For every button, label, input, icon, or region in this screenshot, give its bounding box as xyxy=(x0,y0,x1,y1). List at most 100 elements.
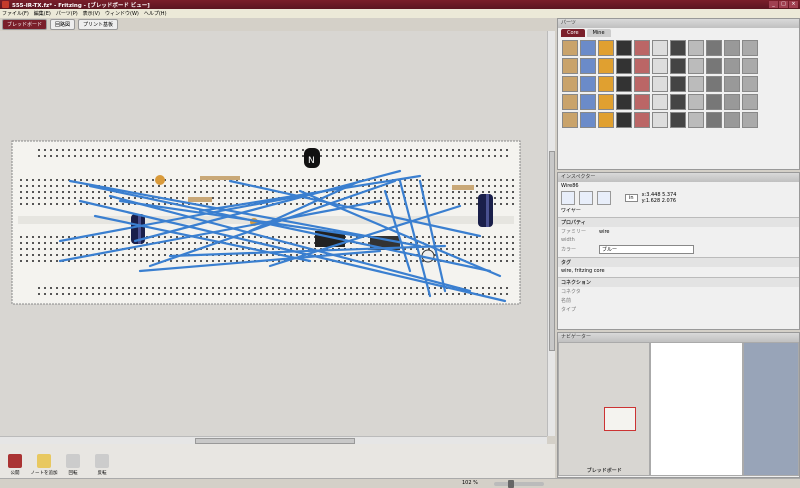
part-tile[interactable] xyxy=(598,94,614,110)
part-tile[interactable] xyxy=(616,76,632,92)
part-tile[interactable] xyxy=(562,40,578,56)
zoom-level: 102 % xyxy=(462,480,478,486)
horizontal-scrollbar[interactable] xyxy=(0,436,547,444)
part-tile[interactable] xyxy=(580,40,596,56)
parts-tab-core[interactable]: Core xyxy=(561,29,585,37)
wire-view-3-icon xyxy=(597,191,611,205)
close-icon[interactable]: × xyxy=(789,1,798,8)
part-tile[interactable] xyxy=(652,76,668,92)
part-tile[interactable] xyxy=(652,58,668,74)
part-tile[interactable] xyxy=(688,40,704,56)
ceramic-capacitor-icon xyxy=(155,175,165,185)
vertical-scrollbar[interactable] xyxy=(547,31,555,436)
part-tile[interactable] xyxy=(562,94,578,110)
part-tile[interactable] xyxy=(616,40,632,56)
part-tile[interactable] xyxy=(616,112,632,128)
part-tile[interactable] xyxy=(670,94,686,110)
minimize-icon[interactable]: _ xyxy=(769,1,778,8)
connections-section[interactable]: コネクション xyxy=(558,277,799,287)
menu-edit[interactable]: 編集(E) xyxy=(34,10,51,17)
part-tile[interactable] xyxy=(670,40,686,56)
part-tile[interactable] xyxy=(742,94,758,110)
part-tile[interactable] xyxy=(652,112,668,128)
part-tile[interactable] xyxy=(706,76,722,92)
part-tile[interactable] xyxy=(670,76,686,92)
vertical-scroll-thumb[interactable] xyxy=(549,151,555,351)
menu-parts[interactable]: パーツ(P) xyxy=(56,10,78,17)
part-tile[interactable] xyxy=(724,76,740,92)
resistor-3-icon xyxy=(200,176,240,180)
inspector-type-label: ワイヤー xyxy=(561,208,581,214)
part-tile[interactable] xyxy=(742,112,758,128)
part-tile[interactable] xyxy=(598,58,614,74)
part-tile[interactable] xyxy=(652,40,668,56)
part-tile[interactable] xyxy=(616,94,632,110)
part-tile[interactable] xyxy=(598,76,614,92)
part-tile[interactable] xyxy=(742,76,758,92)
part-tile[interactable] xyxy=(616,58,632,74)
color-select[interactable]: ブルー xyxy=(599,245,694,254)
navigator-breadboard-pane[interactable]: ブレッドボード xyxy=(558,342,651,476)
flip-icon xyxy=(95,454,109,468)
part-tile[interactable] xyxy=(652,94,668,110)
zoom-slider-knob[interactable] xyxy=(508,480,514,488)
part-tile[interactable] xyxy=(580,94,596,110)
svg-text:N: N xyxy=(308,156,315,166)
part-tile[interactable] xyxy=(598,40,614,56)
part-tile[interactable] xyxy=(634,58,650,74)
bottom-toolbar: 公開 ノートを追加 回転 反転 xyxy=(0,444,555,478)
part-tile[interactable] xyxy=(670,112,686,128)
part-tile[interactable] xyxy=(688,112,704,128)
navigator-schematic-pane[interactable] xyxy=(650,342,743,476)
part-tile[interactable] xyxy=(634,76,650,92)
menu-window[interactable]: ウィンドウ(W) xyxy=(105,10,139,17)
menu-file[interactable]: ファイル(F) xyxy=(2,10,29,17)
tags-section[interactable]: タグ xyxy=(558,257,799,267)
family-label: ファミリー xyxy=(561,229,587,235)
part-tile[interactable] xyxy=(634,112,650,128)
tab-schematic[interactable]: 回路図 xyxy=(50,19,76,30)
properties-section[interactable]: プロパティ xyxy=(558,217,799,227)
part-tile[interactable] xyxy=(562,76,578,92)
breadboard-canvas[interactable]: N xyxy=(0,31,547,436)
parts-grid xyxy=(558,38,799,130)
tab-pcb[interactable]: プリント基板 xyxy=(78,19,119,30)
part-tile[interactable] xyxy=(562,58,578,74)
menu-help[interactable]: ヘルプ(H) xyxy=(144,10,167,17)
part-tile[interactable] xyxy=(688,58,704,74)
part-tile[interactable] xyxy=(598,112,614,128)
part-tile[interactable] xyxy=(724,112,740,128)
part-tile[interactable] xyxy=(742,58,758,74)
part-tile[interactable] xyxy=(670,58,686,74)
navigator-pcb-pane[interactable] xyxy=(742,342,800,476)
part-tile[interactable] xyxy=(742,40,758,56)
coords-readout-b: y:1.628 2.076 xyxy=(641,198,677,204)
zoom-slider[interactable] xyxy=(494,480,544,488)
part-tile[interactable] xyxy=(562,112,578,128)
breadboard-drawing[interactable]: N xyxy=(0,31,547,436)
tab-breadboard[interactable]: ブレッドボード xyxy=(2,19,48,30)
maximize-icon[interactable]: □ xyxy=(779,1,788,8)
part-tile[interactable] xyxy=(706,94,722,110)
part-tile[interactable] xyxy=(634,40,650,56)
part-tile[interactable] xyxy=(580,76,596,92)
part-tile[interactable] xyxy=(688,94,704,110)
part-tile[interactable] xyxy=(580,58,596,74)
part-tile[interactable] xyxy=(724,94,740,110)
part-tile[interactable] xyxy=(706,112,722,128)
rotate-button[interactable]: 回転 xyxy=(62,454,84,476)
parts-tab-mine[interactable]: Mine xyxy=(586,29,611,37)
unit-select[interactable]: in xyxy=(625,194,638,202)
part-tile[interactable] xyxy=(580,112,596,128)
menu-bar: ファイル(F) 編集(E) パーツ(P) 表示(V) ウィンドウ(W) ヘルプ(… xyxy=(0,9,800,18)
flip-button[interactable]: 反転 xyxy=(91,454,113,476)
part-tile[interactable] xyxy=(724,58,740,74)
part-tile[interactable] xyxy=(634,94,650,110)
part-tile[interactable] xyxy=(706,40,722,56)
part-tile[interactable] xyxy=(706,58,722,74)
part-tile[interactable] xyxy=(688,76,704,92)
share-button[interactable]: 公開 xyxy=(4,454,26,476)
menu-view[interactable]: 表示(V) xyxy=(83,10,100,17)
part-tile[interactable] xyxy=(724,40,740,56)
add-note-button[interactable]: ノートを追加 xyxy=(31,454,58,476)
